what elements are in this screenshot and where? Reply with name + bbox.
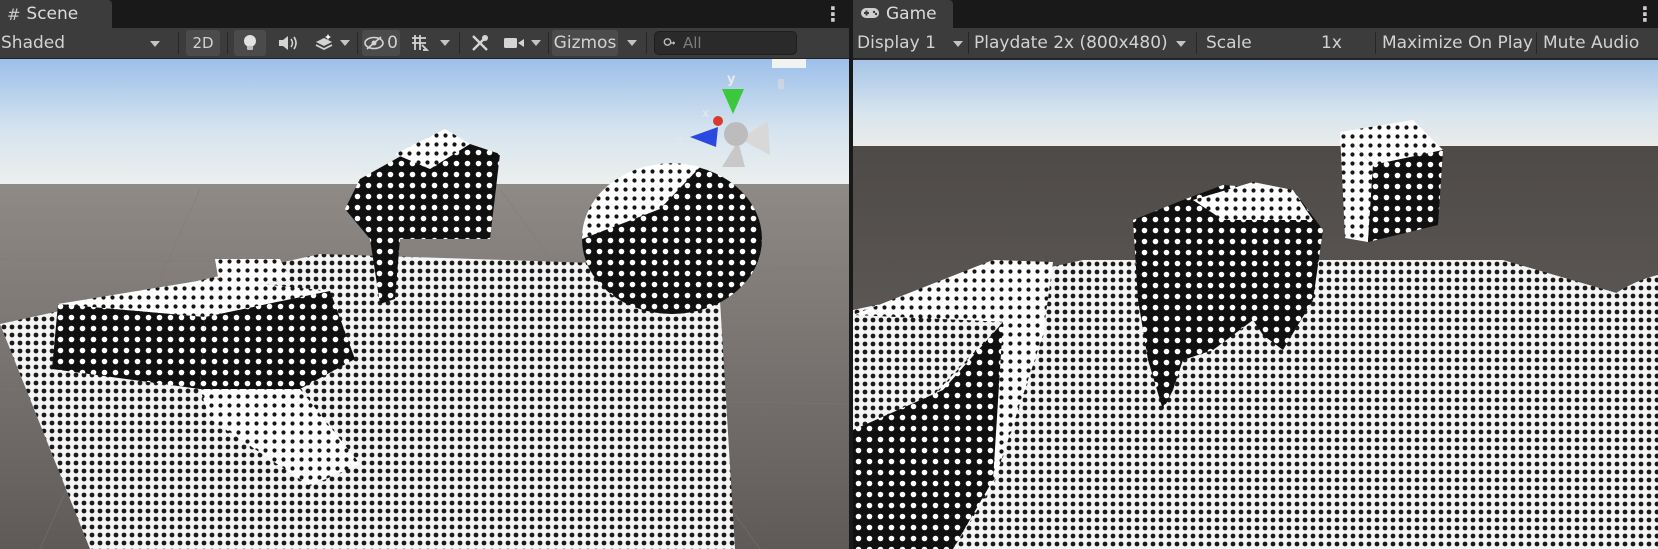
- eye-slash-icon: [364, 36, 384, 50]
- scene-tabbar: # Scene ⋮: [0, 0, 849, 28]
- toolbar-divider: [646, 32, 647, 54]
- effects-dropdown[interactable]: [337, 30, 353, 56]
- maximize-on-play-toggle[interactable]: Maximize On Play: [1382, 30, 1533, 56]
- game-viewport[interactable]: [853, 60, 1658, 549]
- shading-mode-dropdown[interactable]: Shaded: [0, 30, 170, 56]
- game-tabbar: Game ⋮: [853, 0, 1658, 28]
- toggle-2d-button[interactable]: 2D: [186, 30, 220, 56]
- toolbar-divider: [968, 32, 969, 54]
- camera-dropdown[interactable]: [528, 30, 544, 56]
- lightbulb-icon: [244, 35, 256, 50]
- gizmo-z-label: z: [676, 134, 682, 147]
- gizmo-y-label: y: [727, 72, 736, 87]
- chevron-down-icon: [150, 41, 160, 47]
- lock-icon[interactable]: [778, 79, 784, 89]
- toolbar-divider: [1375, 32, 1376, 54]
- tab-scene[interactable]: # Scene: [0, 0, 112, 28]
- toolbar-divider: [357, 32, 358, 54]
- toolbar-divider: [178, 32, 179, 54]
- toolbar-divider: [1536, 32, 1537, 54]
- tab-game[interactable]: Game: [853, 0, 953, 28]
- toolbar-divider: [459, 32, 460, 54]
- audio-toggle-button[interactable]: [273, 30, 303, 56]
- hash-icon: #: [7, 4, 21, 24]
- layers-sparkle-icon: [315, 34, 333, 51]
- game-render: [853, 60, 1658, 549]
- scale-value: 1x: [1321, 33, 1342, 53]
- grid-dropdown[interactable]: [437, 30, 453, 56]
- camera-button[interactable]: [500, 30, 528, 56]
- gizmos-dropdown[interactable]: [620, 30, 644, 56]
- chevron-down-icon: [627, 40, 637, 46]
- tools-icon: [472, 35, 488, 51]
- effects-toggle-button[interactable]: [309, 30, 339, 56]
- resolution-label: Playdate 2x (800x480): [974, 33, 1168, 53]
- resolution-dropdown[interactable]: Playdate 2x (800x480): [974, 30, 1192, 56]
- game-tab-label: Game: [886, 4, 937, 24]
- kebab-menu-icon[interactable]: ⋮: [1635, 2, 1655, 26]
- scene-tab-label: Scene: [26, 4, 79, 24]
- overlay-toggle[interactable]: [772, 59, 806, 68]
- chevron-down-icon: [340, 40, 350, 46]
- speaker-icon: [279, 36, 297, 50]
- scene-visibility-toggle[interactable]: 0: [362, 30, 400, 56]
- chevron-down-icon: [1176, 41, 1186, 47]
- toolbar-divider: [548, 32, 549, 54]
- game-panel: Game ⋮ Display 1 Playdate 2x (800x480) S…: [853, 0, 1658, 549]
- chevron-down-icon: [440, 40, 450, 46]
- display-label: Display 1: [857, 33, 936, 53]
- gizmos-button[interactable]: Gizmos: [552, 30, 618, 56]
- display-dropdown[interactable]: Display 1: [857, 30, 965, 56]
- tools-button[interactable]: [465, 30, 495, 56]
- game-toolbar: Display 1 Playdate 2x (800x480) Scale 1x…: [853, 28, 1658, 76]
- video-camera-icon: [504, 38, 524, 48]
- search-placeholder: All: [683, 34, 702, 52]
- grid-snap-button[interactable]: [405, 30, 433, 56]
- gamepad-icon: [860, 5, 880, 24]
- scene-search-input[interactable]: All: [654, 31, 797, 55]
- toolbar-divider: [227, 32, 228, 54]
- scene-panel: # Scene ⋮ Shaded 2D 0 Gizmos All y x z: [0, 0, 849, 549]
- scale-label: Scale: [1206, 33, 1252, 53]
- toolbar-divider: [1196, 32, 1197, 54]
- hidden-count: 0: [387, 33, 398, 53]
- scene-viewport[interactable]: y x z: [0, 59, 849, 549]
- grid-snap-icon: [412, 35, 429, 51]
- gizmo-x-label: x: [702, 106, 709, 120]
- scene-toolbar: Shaded 2D 0 Gizmos All: [0, 28, 849, 59]
- shading-mode-label: Shaded: [1, 33, 66, 53]
- chevron-down-icon: [531, 40, 541, 46]
- lighting-toggle-button[interactable]: [234, 30, 266, 56]
- scene-render: y x z: [0, 59, 849, 549]
- mute-audio-toggle[interactable]: Mute Audio: [1543, 30, 1639, 56]
- search-icon: [663, 38, 675, 46]
- kebab-menu-icon[interactable]: ⋮: [823, 2, 843, 26]
- chevron-down-icon: [953, 41, 963, 47]
